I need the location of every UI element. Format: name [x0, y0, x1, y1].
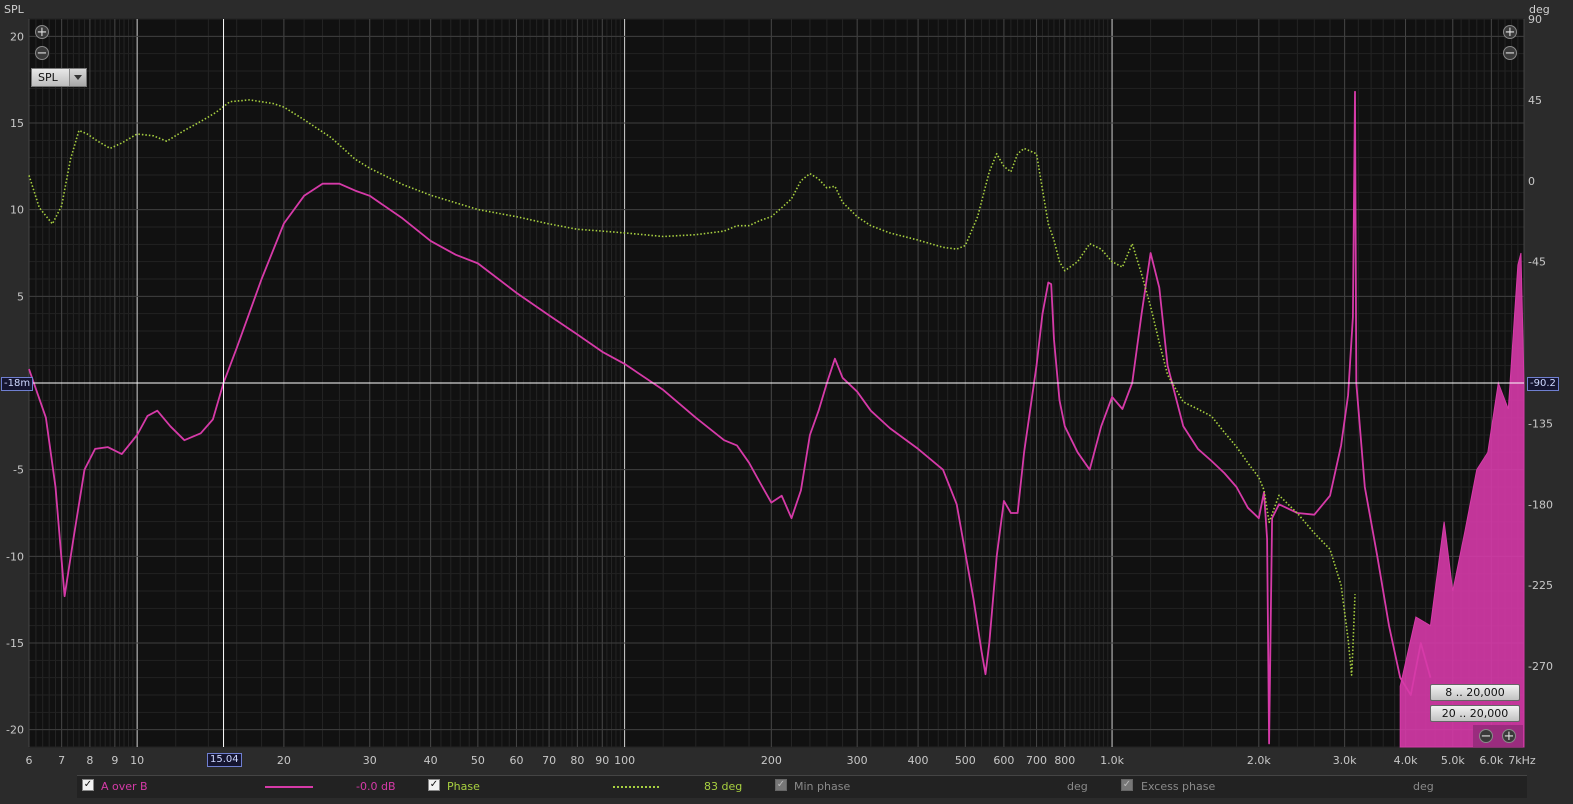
x-tick-label: 800: [1054, 754, 1075, 767]
excess-phase-checkbox[interactable]: ✓: [1121, 779, 1133, 791]
phase-value: 83 deg: [704, 780, 743, 793]
frequency-response-chart[interactable]: 6 7 8 9 10 20 30 40 50 60 70 80 90 100 200 300 400 500 600…: [0, 0, 1573, 804]
x-tick-label: 200: [761, 754, 782, 767]
x-zoom-panel: − +: [1473, 725, 1523, 747]
x-tick-label: 400: [908, 754, 929, 767]
y-left-unit-label: SPL: [4, 3, 24, 16]
x-tick-label: 40: [424, 754, 438, 767]
y-axis-select[interactable]: SPL: [31, 68, 87, 87]
phase-label: Phase: [447, 780, 480, 793]
y-left-tick-label: 10: [10, 204, 24, 217]
a-over-b-label: A over B: [101, 780, 148, 793]
y-left-tick-label: -15: [6, 637, 24, 650]
y-left-tick-label: 15: [10, 117, 24, 130]
y-left-tick-label: 20: [10, 30, 24, 43]
x-tick-label: 300: [847, 754, 868, 767]
zoom-in-right-icon[interactable]: +: [1503, 25, 1517, 39]
zoom-out-x-icon[interactable]: −: [1479, 729, 1493, 743]
x-tick-label: 600: [993, 754, 1014, 767]
y-right-tick-label: -135: [1528, 417, 1553, 430]
min-phase-unit: deg: [1067, 780, 1088, 793]
legend-bar: ✓ A over B -0.0 dB ✓ Phase 83 deg ✓ Min …: [77, 775, 1527, 798]
x-tick-label: 7: [58, 754, 65, 767]
x-tick-label: 3.0k: [1333, 754, 1357, 767]
x-tick-label: 4.0k: [1394, 754, 1418, 767]
y-right-tick-label: 0: [1528, 175, 1535, 188]
x-tick-label: 5.0k: [1441, 754, 1465, 767]
y-left-tick-label: -20: [6, 724, 24, 737]
zoom-out-right-icon[interactable]: −: [1503, 46, 1517, 60]
y-axis-select-value: SPL: [38, 71, 58, 84]
x-tick-label: 30: [363, 754, 377, 767]
x-tick-label: 9: [111, 754, 118, 767]
x-tick-label: 500: [955, 754, 976, 767]
y-left-tick-label: -10: [6, 550, 24, 563]
excess-phase-unit: deg: [1413, 780, 1434, 793]
x-tick-label: 10: [130, 754, 144, 767]
y-right-tick-label: -270: [1528, 660, 1553, 673]
y-right-tick-label: 45: [1528, 94, 1542, 107]
x-tick-label: 6.0k: [1479, 754, 1503, 767]
a-over-b-value: -0.0 dB: [356, 780, 396, 793]
range-20-20000-button[interactable]: 20 .. 20,000: [1430, 705, 1520, 722]
zoom-in-x-icon[interactable]: +: [1502, 729, 1516, 743]
x-tick-label: 100: [614, 754, 635, 767]
chevron-down-icon[interactable]: [69, 69, 86, 86]
y-left-tick-label: 5: [17, 290, 24, 303]
y-right-tick-label: -225: [1528, 579, 1553, 592]
x-tick-label: 6: [26, 754, 33, 767]
min-phase-checkbox[interactable]: ✓: [775, 779, 787, 791]
x-tick-label: 1.0k: [1100, 754, 1124, 767]
y-right-unit-label: deg: [1529, 3, 1550, 16]
zoom-out-left-icon[interactable]: −: [35, 46, 49, 60]
excess-phase-label: Excess phase: [1141, 780, 1216, 793]
y-right-tick-label: -180: [1528, 498, 1553, 511]
cursor-y-left-label: -18m: [1, 377, 34, 391]
x-tick-label: 700: [1026, 754, 1047, 767]
x-tick-label: 2.0k: [1247, 754, 1271, 767]
cursor-x-label: 15.04: [207, 753, 242, 767]
cursor-y-right-label: -90.2: [1527, 377, 1559, 391]
x-tick-label: 80: [570, 754, 584, 767]
a-over-b-checkbox[interactable]: ✓: [82, 779, 94, 791]
phase-checkbox[interactable]: ✓: [428, 779, 440, 791]
min-phase-label: Min phase: [794, 780, 851, 793]
x-tick-label: 8: [86, 754, 93, 767]
a-over-b-swatch: [265, 786, 313, 788]
x-tick-label: 20: [277, 754, 291, 767]
x-tick-label: 70: [542, 754, 556, 767]
phase-swatch: [613, 786, 659, 788]
x-tick-label: 50: [471, 754, 485, 767]
range-8-20000-button[interactable]: 8 .. 20,000: [1430, 684, 1520, 701]
x-tick-label: 7kHz: [1508, 754, 1536, 767]
x-tick-label: 90: [595, 754, 609, 767]
zoom-in-left-icon[interactable]: +: [35, 25, 49, 39]
y-right-tick-label: -45: [1528, 256, 1546, 269]
x-tick-label: 60: [509, 754, 523, 767]
y-left-tick-label: -5: [13, 464, 24, 477]
